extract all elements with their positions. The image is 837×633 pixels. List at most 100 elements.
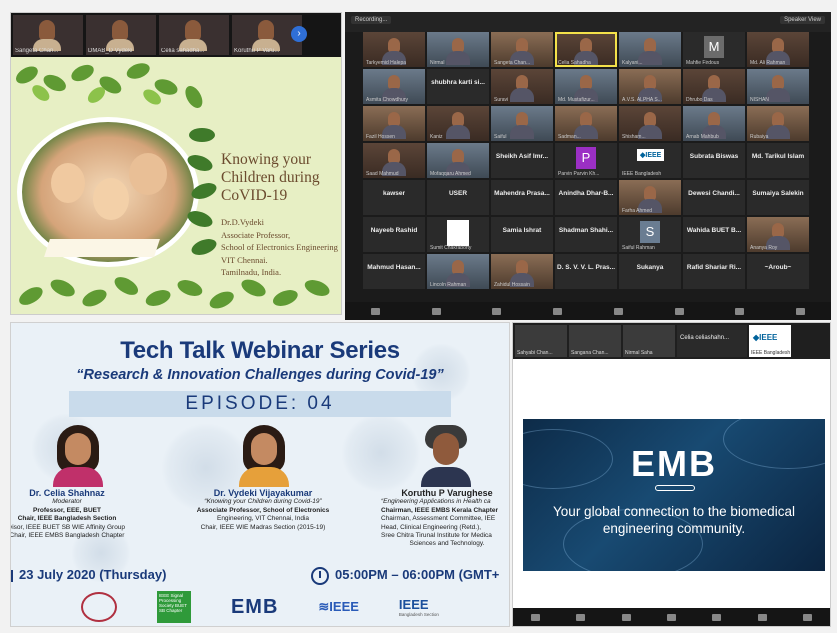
participant-tile[interactable]: Nirmal [427,32,489,67]
emb-logo: EMB [631,443,717,484]
participant-name: Nirmal [430,60,445,66]
participant-tile[interactable]: M Mahfie Firdous [683,32,745,67]
share-screen-icon[interactable] [712,613,722,621]
meeting-control-bar [513,608,830,626]
share-screen-icon[interactable] [674,307,684,315]
participant-thumbnail[interactable]: Sangeta Chan... [13,15,83,55]
view-toggle-button[interactable]: Speaker View [780,16,825,24]
participant-name: kawser [382,190,406,197]
participant-tile[interactable]: Ananya Roy [747,217,809,252]
participant-thumbnail[interactable]: Nirmal Saha [623,325,675,357]
participant-tile[interactable]: Mahendra Prasa... [491,180,553,215]
participant-tile[interactable]: Rafid Shariar Ri... [683,254,745,289]
next-page-icon[interactable]: › [291,26,307,42]
participant-name: Celia sahadha... [161,48,205,54]
chat-icon[interactable] [613,307,623,315]
talk-title: “Knowing your Children during Covid-19” [204,498,322,506]
clock-icon [311,567,329,585]
participant-tile[interactable]: Lincoln Rahman [427,254,489,289]
participant-tile[interactable]: Rubaiya [747,106,809,141]
participant-tile[interactable]: Mahmud Hasan... [363,254,425,289]
participant-tile[interactable]: Sadman... [555,106,617,141]
participant-tile[interactable]: Md. Ali Rahman [747,32,809,67]
participant-tile[interactable]: Sangeta Chan... [491,32,553,67]
participant-tile[interactable]: Asmita Chowdhury [363,69,425,104]
participant-tile[interactable]: Dewesi Chandi... [683,180,745,215]
participant-tile[interactable]: Sumaiya Salekin [747,180,809,215]
participant-tile[interactable]: Kaniz [427,106,489,141]
participant-tile[interactable]: Mofaqqaru Ahmed [427,143,489,178]
security-icon[interactable] [492,307,502,315]
participant-thumbnail[interactable]: DMAB_D Vydeki [86,15,156,55]
participant-tile[interactable]: USER [427,180,489,215]
participant-tile[interactable]: Md. Mustafizur... [555,69,617,104]
participant-tile[interactable]: S Saiful Rahman [619,217,681,252]
mute-icon[interactable] [531,613,541,621]
participant-tile[interactable]: ~Aroub~ [747,254,809,289]
record-icon[interactable] [757,613,767,621]
mute-icon[interactable] [370,307,380,315]
ieee-wie-logo: ≋IEEE [318,599,359,614]
participant-tile[interactable]: Zahidul Hossain [491,254,553,289]
meeting-control-bar [345,302,831,320]
participant-tile[interactable]: Md. Tarikul Islam [747,143,809,178]
reactions-icon[interactable] [796,307,806,315]
participant-tile[interactable]: Suravi [491,69,553,104]
participant-tile[interactable]: Tarkyemid Halepa [363,32,425,67]
participants-icon[interactable] [621,613,631,621]
participant-tile[interactable]: Subrata Biswas [683,143,745,178]
participant-name: Anindha Dhar-B... [558,190,614,197]
participant-tile[interactable]: Arnab Mahbub [683,106,745,141]
participant-thumbnail[interactable]: Sahyabi Chan... [515,325,567,357]
participant-tile[interactable]: P Parvin Parvin Kh... [555,143,617,178]
participant-face [644,75,656,89]
participant-tile[interactable]: Shadman Shahi... [555,217,617,252]
chat-icon[interactable] [666,613,676,621]
participant-tile[interactable]: NISHAN [747,69,809,104]
participant-tile[interactable]: Celia Sahadha [555,32,617,67]
participant-face [258,20,274,40]
meeting-top-bar: Recording... Speaker View [345,12,831,32]
participant-name: Parvin Parvin Kh... [558,171,600,177]
gallery-view-panel: Recording... Speaker View Tarkyemid Hale… [345,12,831,320]
shared-video[interactable]: EMB Your global connection to the biomed… [523,419,825,571]
video-camera-icon[interactable] [431,307,441,315]
participant-name: Sadman... [558,134,581,140]
participant-tile[interactable]: Shisham... [619,106,681,141]
participant-tile[interactable]: A.V.S. ALPHA S... [619,69,681,104]
participant-tile[interactable]: Sukanya [619,254,681,289]
participant-tile[interactable]: D. S. V. V. L. Pras... [555,254,617,289]
participant-tile[interactable]: shubhra karti si... [427,69,489,104]
event-date: 23 July 2020 (Thursday) [19,567,167,582]
participant-tile[interactable]: Anindha Dhar-B... [555,180,617,215]
participant-tile[interactable]: Farha Ahmed [619,180,681,215]
participant-tile[interactable]: Samia Ishrat [491,217,553,252]
participant-tile[interactable]: Saiful [491,106,553,141]
record-icon[interactable] [735,307,745,315]
participant-thumbnail[interactable]: ◆IEEE IEEE Bangladesh [749,325,791,357]
participant-tile[interactable]: Dhrubo Das [683,69,745,104]
participant-tile[interactable]: kawser [363,180,425,215]
participant-tile[interactable]: Sumit Chakraborty [427,217,489,252]
speaker-detail: Professor, EEE, BUET [33,506,101,514]
participant-thumbnail[interactable]: Celia celiashahn... [677,325,747,357]
reactions-icon[interactable] [802,613,812,621]
participant-tile[interactable]: Wahida BUET B... [683,217,745,252]
webinar-collage: Sangeta Chan... DMAB_D Vydeki Celia saha… [0,0,837,633]
participants-icon[interactable] [553,307,563,315]
video-camera-icon[interactable] [576,613,586,621]
participant-face [185,20,201,40]
participant-thumbnail[interactable]: Sangana Chan... [569,325,621,357]
participant-tile[interactable]: Kalyani... [619,32,681,67]
participant-tile[interactable]: Nayeeb Rashid [363,217,425,252]
participant-tile[interactable]: ◆IEEE IEEE Bangladesh [619,143,681,178]
participant-tile[interactable]: Sheikh Asif Imr... [491,143,553,178]
participant-face [580,112,592,126]
participant-tile[interactable]: Saad Mahmud [363,143,425,178]
participant-face [388,38,400,52]
participant-tile[interactable]: Fazil Hossen [363,106,425,141]
speaker-detail: Chair, IEEE EMBS Bangladesh Chapter [10,532,125,540]
participant-thumbnail[interactable]: Celia sahadha... [159,15,229,55]
speaker-role: Moderator [52,498,82,506]
leaf-vine-top-decoration [16,63,203,108]
